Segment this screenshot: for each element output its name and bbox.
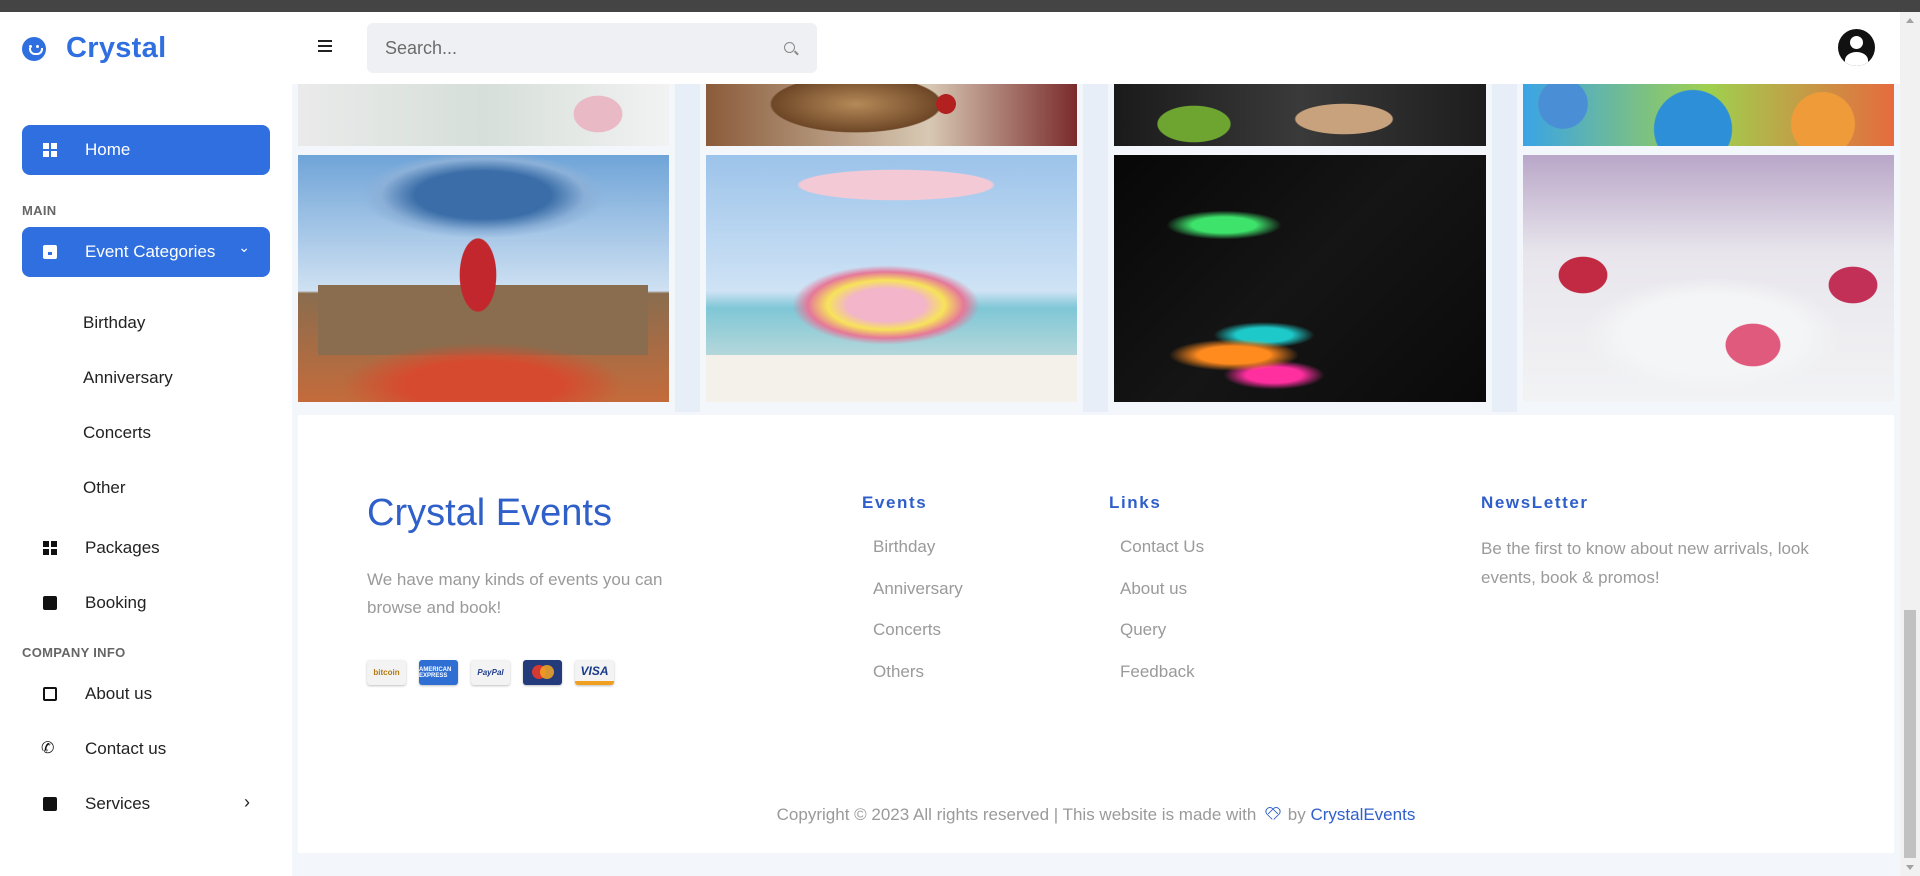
copyright-text: Copyright © 2023 All rights reserved | T… <box>776 805 1257 824</box>
section-label-company-info: COMPANY INFO <box>22 645 126 660</box>
sidebar-item-packages[interactable]: Packages <box>22 523 270 573</box>
sidebar-item-booking[interactable]: Booking <box>22 578 270 628</box>
gallery-image-stage-lights[interactable] <box>1114 155 1486 402</box>
sidebar-item-event-categories[interactable]: Event Categories ⌄ <box>22 227 270 277</box>
browser-top-strip <box>0 0 1920 12</box>
menu-toggle-icon[interactable] <box>318 40 332 52</box>
top-header <box>292 12 1900 84</box>
sidebar-item-label: Event Categories <box>85 242 216 261</box>
footer: Crystal Events We have many kinds of eve… <box>298 415 1894 853</box>
search-icon[interactable] <box>784 42 795 53</box>
footer-link-concerts[interactable]: Concerts <box>873 620 963 662</box>
footer-link-anniversary[interactable]: Anniversary <box>873 579 963 621</box>
paypal-icon: PayPal <box>471 660 510 685</box>
sidebar-item-label: Booking <box>85 593 147 612</box>
sidebar-item-about-us[interactable]: About us <box>22 669 270 719</box>
grid-icon <box>43 541 57 555</box>
chevron-right-icon: › <box>244 792 250 812</box>
scrollbar-thumb[interactable] <box>1904 610 1916 858</box>
footer-link-feedback[interactable]: Feedback <box>1120 662 1204 704</box>
gallery-image-banquet-table[interactable] <box>1523 155 1894 402</box>
smile-icon <box>22 36 46 61</box>
gallery-image-beach-table[interactable] <box>706 155 1077 402</box>
calendar-icon <box>43 245 57 259</box>
footer-links-list: Contact Us About us Query Feedback <box>1120 537 1204 703</box>
gallery-image-dj-mixer[interactable] <box>1114 84 1486 146</box>
sidebar-item-services[interactable]: Services › <box>22 779 270 829</box>
sidebar-item-label: Packages <box>85 538 160 557</box>
brand-name: Crystal <box>66 32 167 64</box>
footer-link-query[interactable]: Query <box>1120 620 1204 662</box>
sidebar-item-contact-us[interactable]: Contact us <box>22 724 270 774</box>
footer-link-contact-us[interactable]: Contact Us <box>1120 537 1204 579</box>
sidebar-subitem-anniversary[interactable]: Anniversary <box>22 353 270 403</box>
page-scrollbar[interactable] <box>1900 12 1920 876</box>
scroll-down-arrow-icon[interactable] <box>1906 865 1914 870</box>
dashboard-icon <box>43 143 57 157</box>
footer-title: Crystal Events <box>367 492 612 534</box>
scroll-up-arrow-icon[interactable] <box>1906 18 1914 23</box>
gallery-image-food-table[interactable] <box>706 84 1077 146</box>
gallery-gap <box>675 84 700 412</box>
copyright-by: by <box>1287 805 1306 824</box>
payment-methods: bitcoin AMERICAN EXPRESS PayPal VISA <box>367 660 614 685</box>
footer-events-heading: Events <box>862 493 928 512</box>
chart-icon <box>43 596 57 610</box>
copyright-brand-link[interactable]: CrystalEvents <box>1310 805 1415 824</box>
gallery-image-balloons[interactable] <box>1523 84 1894 146</box>
sidebar-subitem-birthday[interactable]: Birthday <box>22 298 270 348</box>
phone-icon <box>41 738 57 758</box>
chevron-down-icon: ⌄ <box>238 239 250 255</box>
footer-link-about-us[interactable]: About us <box>1120 579 1204 621</box>
section-label-main: MAIN <box>22 203 57 218</box>
gallery-image-dessert[interactable] <box>298 84 669 146</box>
sidebar: Crystal Home MAIN Event Categories ⌄ Bir… <box>0 12 292 876</box>
footer-links-heading: Links <box>1109 493 1162 512</box>
sidebar-item-label: About us <box>85 684 153 703</box>
footer-newsletter-text: Be the first to know about new arrivals,… <box>1481 539 1809 587</box>
footer-newsletter-heading: NewsLetter <box>1481 493 1589 512</box>
info-box-icon <box>43 687 57 701</box>
gallery-gap <box>1083 84 1108 412</box>
search-bar <box>367 23 817 73</box>
sidebar-item-label: Services <box>85 794 151 813</box>
clipboard-icon <box>43 797 57 811</box>
visa-icon: VISA <box>575 660 614 685</box>
footer-description: We have many kinds of events you can bro… <box>367 570 663 617</box>
mastercard-icon <box>523 660 562 685</box>
heart-icon <box>1265 808 1279 821</box>
footer-link-others[interactable]: Others <box>873 662 963 704</box>
copyright: Copyright © 2023 All rights reserved | T… <box>298 805 1894 825</box>
sidebar-subitem-concerts[interactable]: Concerts <box>22 408 270 458</box>
user-avatar-icon[interactable] <box>1838 29 1875 66</box>
amex-icon: AMERICAN EXPRESS <box>419 660 458 685</box>
bitcoin-icon: bitcoin <box>367 660 406 685</box>
brand-logo[interactable]: Crystal <box>22 32 166 65</box>
sidebar-item-label: Contact us <box>85 739 167 758</box>
sidebar-item-label: Home <box>85 140 131 159</box>
search-input[interactable] <box>367 23 767 73</box>
footer-link-birthday[interactable]: Birthday <box>873 537 963 579</box>
sidebar-subitem-other[interactable]: Other <box>22 463 270 513</box>
gallery-image-wedding-mandap[interactable] <box>298 155 669 402</box>
gallery-gap <box>1492 84 1517 412</box>
sidebar-item-home[interactable]: Home <box>22 125 270 175</box>
footer-events-list: Birthday Anniversary Concerts Others <box>873 537 963 703</box>
